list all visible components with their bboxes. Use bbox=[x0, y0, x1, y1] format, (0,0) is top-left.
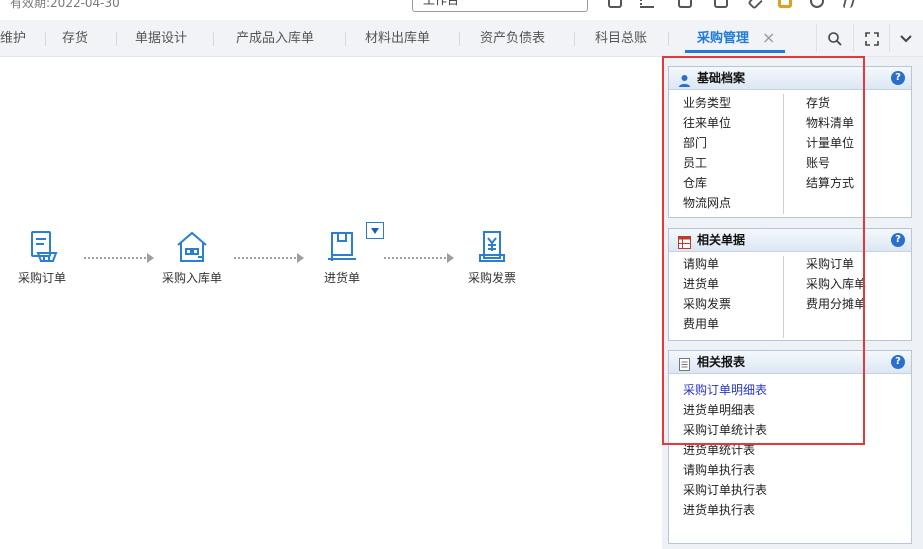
goods-receipt-dropdown-button[interactable] bbox=[366, 222, 384, 239]
close-icon[interactable]: × bbox=[762, 28, 775, 47]
active-tab-indicator bbox=[685, 50, 785, 53]
flow-node-label: 进货单 bbox=[323, 271, 360, 285]
flow-node-label: 采购发票 bbox=[467, 271, 516, 285]
top-icon-group bbox=[600, 0, 923, 10]
highlight-box bbox=[662, 56, 865, 445]
validity-text: 有效期:2022-04-30 bbox=[10, 0, 120, 10]
help-icon[interactable]: ? bbox=[891, 355, 905, 369]
tab-balance-sheet[interactable]: 资产负债表 bbox=[480, 20, 545, 57]
help-icon[interactable] bbox=[810, 0, 824, 8]
flow-arrow bbox=[234, 253, 304, 263]
flow-node-label: 采购入库单 bbox=[161, 271, 222, 285]
tab-maintain[interactable]: 维护 bbox=[0, 20, 26, 57]
warehouse-in-icon bbox=[172, 227, 212, 267]
tab-finished-goods-in[interactable]: 产成品入库单 bbox=[236, 20, 314, 57]
fullscreen-icon[interactable] bbox=[855, 20, 889, 57]
tab-ledger[interactable]: 科目总账 bbox=[595, 20, 647, 57]
link-report-receipt-exec[interactable]: 进货单执行表 bbox=[683, 500, 911, 520]
notice-icon[interactable] bbox=[678, 0, 692, 8]
gift-icon[interactable] bbox=[778, 0, 792, 8]
chevron-down-icon[interactable] bbox=[889, 20, 923, 57]
flow-node-invoice[interactable]: 采购发票 bbox=[447, 227, 537, 286]
tab-document-design[interactable]: 单据设计 bbox=[135, 20, 187, 57]
home-icon[interactable] bbox=[608, 0, 622, 8]
flow-node-purchase-order[interactable]: 采购订单 bbox=[0, 227, 87, 286]
link-report-po-exec[interactable]: 采购订单执行表 bbox=[683, 480, 911, 500]
list-icon[interactable] bbox=[640, 0, 654, 8]
tab-material-out[interactable]: 材料出库单 bbox=[365, 20, 430, 57]
flow-arrow bbox=[84, 253, 154, 263]
help-icon[interactable]: ? bbox=[891, 71, 905, 85]
invoice-icon bbox=[472, 227, 512, 267]
flow-arrow bbox=[384, 253, 454, 263]
workspace-input[interactable]: 工作台 bbox=[412, 0, 588, 12]
user-icon[interactable] bbox=[842, 0, 856, 8]
search-icon[interactable] bbox=[818, 20, 852, 57]
message-icon[interactable] bbox=[714, 0, 728, 8]
purchase-order-icon bbox=[22, 227, 62, 267]
purchase-flow: 采购订单 采购入库单 进货单 采购发票 bbox=[0, 57, 660, 549]
flow-node-warehouse-in[interactable]: 采购入库单 bbox=[147, 227, 237, 286]
tag-icon[interactable] bbox=[747, 0, 763, 10]
goods-receipt-icon bbox=[322, 227, 362, 267]
help-icon[interactable]: ? bbox=[891, 233, 905, 247]
link-report-requisition-exec[interactable]: 请购单执行表 bbox=[683, 460, 911, 480]
tab-inventory[interactable]: 存货 bbox=[62, 20, 88, 57]
flow-node-label: 采购订单 bbox=[17, 271, 66, 285]
top-strip: 有效期:2022-04-30 工作台 bbox=[0, 0, 923, 20]
